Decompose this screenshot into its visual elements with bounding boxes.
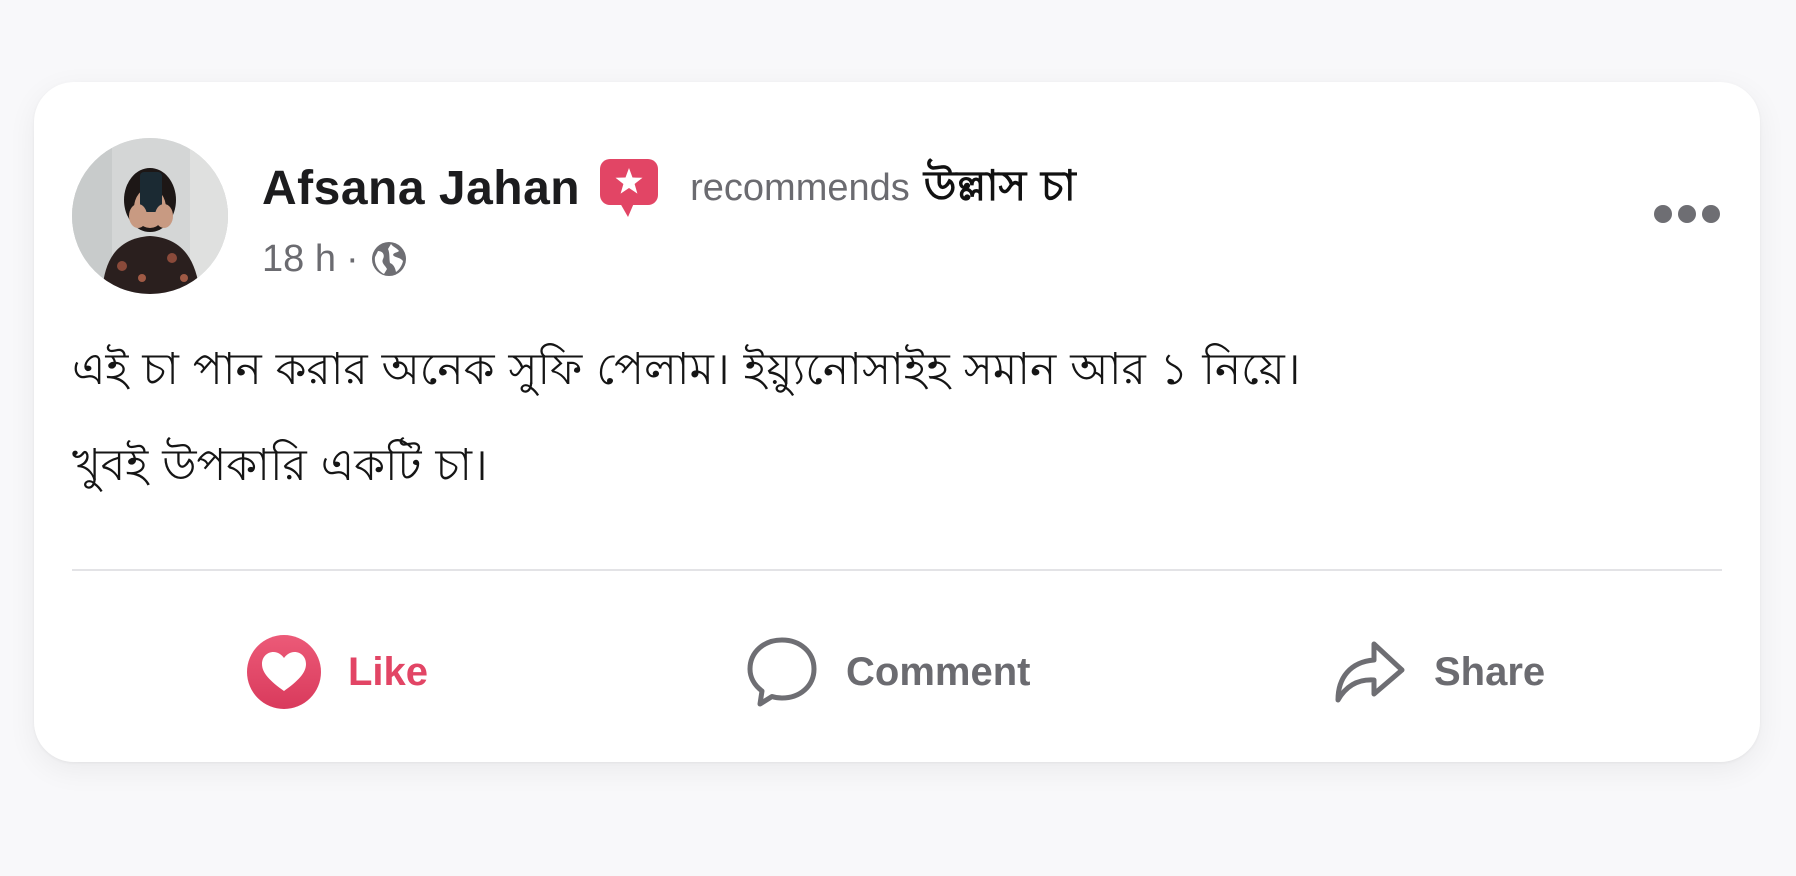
globe-icon[interactable] [369, 239, 409, 279]
divider [72, 569, 1722, 571]
speech-bubble-icon [744, 634, 820, 710]
post-body: এই চা পান করার অনেক সুফি পেলাম। ইয়্যুনো… [72, 322, 1712, 514]
post-meta: 18 h · [262, 234, 409, 284]
more-dot-icon [1702, 205, 1720, 223]
author-name[interactable]: Afsana Jahan [262, 161, 580, 216]
avatar[interactable] [72, 138, 228, 294]
action-bar: Like Comment Share [34, 612, 1760, 732]
more-dot-icon [1678, 205, 1696, 223]
recommended-page-name[interactable]: উল্লাস চা [924, 153, 1076, 224]
comment-button[interactable]: Comment [744, 612, 1030, 732]
share-arrow-icon [1332, 634, 1408, 710]
like-button[interactable]: Like [246, 612, 428, 732]
comment-label: Comment [846, 649, 1031, 694]
share-button[interactable]: Share [1332, 612, 1545, 732]
post-header: Afsana Jahan recommends উল্লাস চা [262, 156, 1076, 220]
meta-separator: · [345, 237, 359, 280]
like-label: Like [348, 649, 429, 694]
recommends-label: recommends [690, 166, 910, 209]
heart-icon [246, 634, 322, 710]
star-speech-bubble-icon [598, 157, 660, 219]
share-label: Share [1434, 649, 1546, 694]
more-dot-icon [1654, 205, 1672, 223]
post-body-line: খুবই উপকারি একটি চা। [72, 440, 488, 491]
post-body-line: এই চা পান করার অনেক সুফি পেলাম। ইয়্যুনো… [72, 344, 1301, 395]
post-card: Afsana Jahan recommends উল্লাস চা 18 h ·… [34, 82, 1760, 762]
more-options-button[interactable] [1654, 194, 1720, 234]
post-timestamp[interactable]: 18 h [262, 238, 336, 281]
avatar-photo [72, 138, 228, 294]
